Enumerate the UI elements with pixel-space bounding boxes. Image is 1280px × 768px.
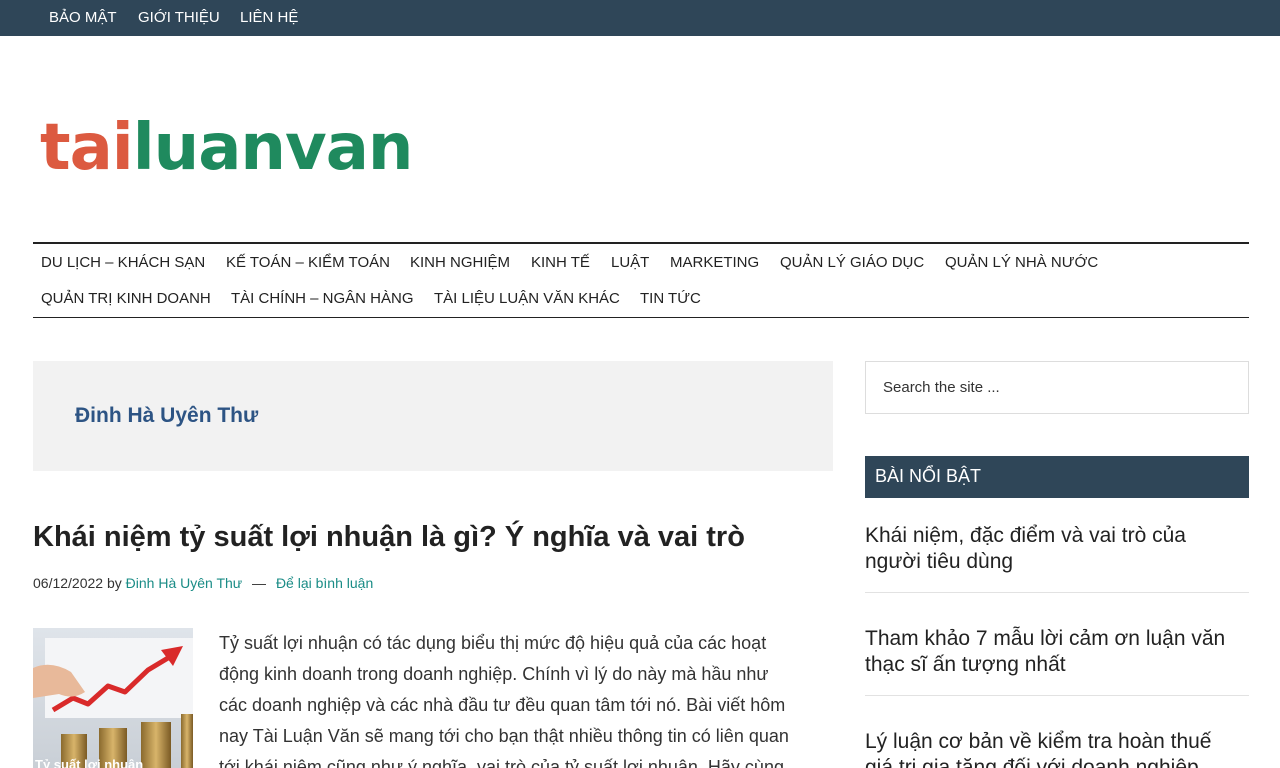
top-nav-gioi-thieu[interactable]: GIỚI THIỆU <box>138 9 220 26</box>
featured-post-line: Lý luận cơ bản về kiểm tra hoàn thuế <box>865 730 1212 753</box>
author-archive-box: Đinh Hà Uyên Thư <box>33 361 833 471</box>
excerpt-line: các doanh nghiệp và các nhà đầu tư đều q… <box>219 695 786 715</box>
post-thumbnail[interactable]: Tỷ suất lợi nhuận <box>33 628 193 768</box>
post-excerpt: Tỷ suất lợi nhuận có tác dụng biểu thị m… <box>219 628 831 768</box>
excerpt-line: tới khái niệm cũng như ý nghĩa, vai trò … <box>219 757 784 768</box>
featured-divider <box>865 592 1249 593</box>
excerpt-line: động kinh doanh trong doanh nghiệp. Chín… <box>219 664 769 684</box>
logo-part-tai: tai <box>40 111 134 185</box>
nav-quan-ly-nha-nuoc[interactable]: QUẢN LÝ NHÀ NƯỚC <box>945 254 1098 271</box>
chart-coins-image: Tỷ suất lợi nhuận <box>33 628 193 768</box>
post-by-label: by <box>106 575 122 591</box>
site-logo[interactable]: tailuanvan <box>40 108 414 188</box>
post-title[interactable]: Khái niệm tỷ suất lợi nhuận là gì? Ý ngh… <box>33 521 745 554</box>
logo-part-luanvan: luanvan <box>132 111 414 185</box>
post-meta: 06/12/2022 by Đinh Hà Uyên Thư — Để lại … <box>33 575 373 591</box>
featured-post-line: Tham khảo 7 mẫu lời cảm ơn luận văn <box>865 627 1226 650</box>
featured-post-link[interactable]: Lý luận cơ bản về kiểm tra hoàn thuế giá… <box>865 729 1249 768</box>
nav-marketing[interactable]: MARKETING <box>670 254 759 271</box>
featured-post-line: giá trị gia tăng đối với doanh nghiệp <box>865 756 1199 768</box>
nav-luat[interactable]: LUẬT <box>611 254 649 271</box>
nav-kinh-te[interactable]: KINH TẾ <box>531 254 590 271</box>
comment-link[interactable]: Để lại bình luận <box>276 575 373 591</box>
thumbnail-caption: Tỷ suất lợi nhuận <box>35 757 143 768</box>
excerpt-line: nay Tài Luận Văn sẽ mang tới cho bạn thậ… <box>219 726 789 746</box>
top-bar: BẢO MẬT GIỚI THIỆU LIÊN HỆ <box>0 0 1280 36</box>
nav-tin-tuc[interactable]: TIN TỨC <box>640 290 701 307</box>
featured-post-line: người tiêu dùng <box>865 550 1014 573</box>
nav-ke-toan-kiem-toan[interactable]: KẾ TOÁN – KIỂM TOÁN <box>226 254 390 271</box>
nav-du-lich-khach-san[interactable]: DU LỊCH – KHÁCH SẠN <box>41 254 205 271</box>
nav-tai-chinh-ngan-hang[interactable]: TÀI CHÍNH – NGÂN HÀNG <box>231 290 414 307</box>
meta-separator: — <box>252 575 267 591</box>
nav-kinh-nghiem[interactable]: KINH NGHIỆM <box>410 254 510 271</box>
top-nav-bao-mat[interactable]: BẢO MẬT <box>49 9 117 26</box>
archive-title: Đinh Hà Uyên Thư <box>75 404 259 427</box>
featured-post-link[interactable]: Tham khảo 7 mẫu lời cảm ơn luận văn thạc… <box>865 626 1249 678</box>
post-date: 06/12/2022 <box>33 575 104 591</box>
excerpt-line: Tỷ suất lợi nhuận có tác dụng biểu thị m… <box>219 633 767 653</box>
top-nav-lien-he[interactable]: LIÊN HỆ <box>240 9 298 26</box>
nav-quan-ly-giao-duc[interactable]: QUẢN LÝ GIÁO DỤC <box>780 254 924 271</box>
nav-tai-lieu-luan-van-khac[interactable]: TÀI LIỆU LUẬN VĂN KHÁC <box>434 290 620 307</box>
featured-post-line: thạc sĩ ấn tượng nhất <box>865 653 1066 676</box>
featured-post-line: Khái niệm, đặc điểm và vai trò của <box>865 524 1186 547</box>
featured-widget-title: BÀI NỔI BẬT <box>865 456 1249 498</box>
nav-quan-tri-kinh-doanh[interactable]: QUẢN TRỊ KINH DOANH <box>41 290 211 307</box>
post-author-link[interactable]: Đinh Hà Uyên Thư <box>126 575 243 591</box>
featured-post-link[interactable]: Khái niệm, đặc điểm và vai trò của người… <box>865 523 1249 575</box>
featured-divider <box>865 695 1249 696</box>
main-nav: DU LỊCH – KHÁCH SẠN KẾ TOÁN – KIỂM TOÁN … <box>33 242 1249 318</box>
search-input[interactable] <box>865 361 1249 414</box>
